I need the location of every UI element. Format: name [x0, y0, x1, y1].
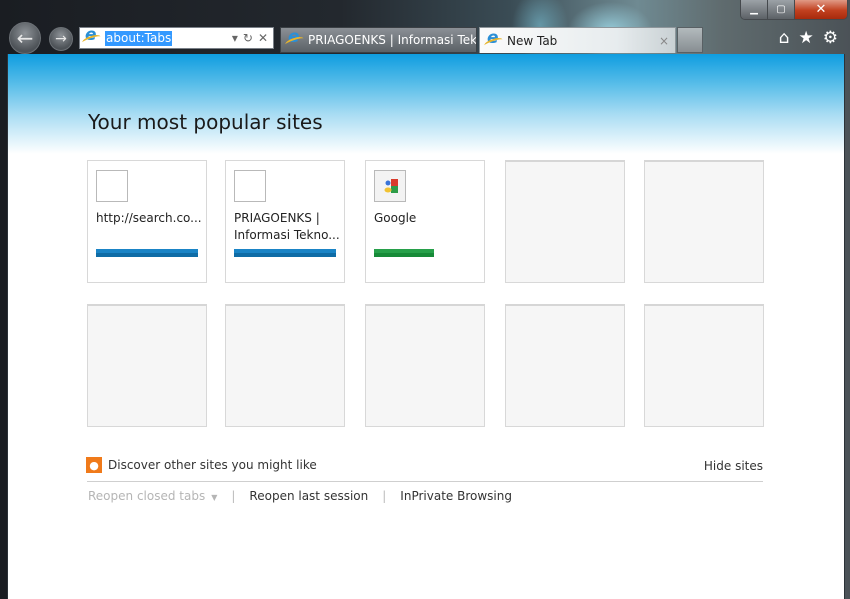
- chevron-down-icon: ▼: [211, 493, 218, 502]
- new-tab-button[interactable]: [677, 27, 703, 53]
- tools-gear-icon[interactable]: ⚙: [823, 28, 838, 48]
- empty-tile[interactable]: [365, 304, 485, 427]
- window-controls: ▁ ▢ ✕: [740, 0, 848, 20]
- stop-icon[interactable]: ✕: [258, 31, 268, 45]
- divider: [87, 481, 763, 482]
- browser-toolbar: ← → about:Tabs ▾ ↻ ✕ PRIAGOENKS | Inform…: [0, 0, 850, 55]
- discover-sites-link[interactable]: ● Discover other sites you might like: [86, 457, 317, 473]
- refresh-icon[interactable]: ↻: [243, 31, 253, 45]
- address-input[interactable]: about:Tabs: [105, 30, 173, 46]
- reopen-closed-label: Reopen closed tabs: [88, 489, 206, 503]
- activity-bar: [234, 249, 336, 257]
- activity-bar: [374, 249, 434, 257]
- empty-tile[interactable]: [87, 304, 207, 427]
- back-button[interactable]: ←: [9, 22, 41, 54]
- bottom-links: Reopen closed tabs ▼ | Reopen last sessio…: [88, 489, 512, 503]
- blank-favicon-icon: [96, 170, 128, 202]
- favorites-star-icon[interactable]: ★: [799, 28, 814, 48]
- site-tile[interactable]: PRIAGOENKS | Informasi Tekno...: [225, 160, 345, 283]
- reopen-closed-tabs-link[interactable]: Reopen closed tabs ▼: [88, 489, 217, 503]
- tile-title: http://search.co...: [96, 211, 202, 225]
- reopen-last-session-link[interactable]: Reopen last session: [249, 489, 368, 503]
- close-tab-icon[interactable]: ×: [659, 34, 669, 48]
- back-arrow-icon: ←: [16, 26, 34, 50]
- activity-bar: [96, 249, 198, 257]
- discover-label: Discover other sites you might like: [108, 458, 317, 472]
- empty-tile[interactable]: [505, 160, 625, 283]
- ie-page-icon: [486, 28, 502, 49]
- empty-tile[interactable]: [505, 304, 625, 427]
- lightbulb-icon: ●: [86, 457, 102, 473]
- command-icons: ⌂ ★ ⚙: [779, 28, 838, 48]
- minimize-button[interactable]: ▁: [741, 0, 768, 19]
- site-tile[interactable]: http://search.co...: [87, 160, 207, 283]
- close-window-button[interactable]: ✕: [795, 0, 847, 19]
- tile-title: Google: [374, 211, 417, 225]
- address-dropdown-icon[interactable]: ▾: [232, 31, 238, 45]
- forward-arrow-icon: →: [55, 31, 67, 47]
- hide-sites-link[interactable]: Hide sites: [704, 459, 763, 473]
- page-title: Your most popular sites: [88, 110, 323, 134]
- ie-page-icon: [84, 25, 100, 46]
- tab-new-tab[interactable]: New Tab ×: [479, 27, 676, 53]
- ie-page-icon: [287, 27, 303, 48]
- empty-tile[interactable]: [644, 160, 764, 283]
- separator: |: [382, 489, 387, 503]
- google-favicon-icon: [374, 170, 406, 202]
- inprivate-browsing-link[interactable]: InPrivate Browsing: [400, 489, 512, 503]
- empty-tile[interactable]: [225, 304, 345, 427]
- new-tab-page: Your most popular sites http://search.co…: [7, 54, 845, 599]
- tile-title: PRIAGOENKS | Informasi Tekno...: [234, 211, 340, 242]
- empty-tile[interactable]: [644, 304, 764, 427]
- forward-button[interactable]: →: [49, 27, 73, 51]
- separator: |: [231, 489, 236, 503]
- blank-favicon-icon: [234, 170, 266, 202]
- tab-label: PRIAGOENKS | Informasi Tekn...: [308, 33, 476, 47]
- site-tile[interactable]: Google: [365, 160, 485, 283]
- address-bar[interactable]: about:Tabs ▾ ↻ ✕: [79, 25, 274, 49]
- home-icon[interactable]: ⌂: [779, 28, 790, 48]
- maximize-button[interactable]: ▢: [768, 0, 795, 19]
- tab-priagoenks[interactable]: PRIAGOENKS | Informasi Tekn...: [280, 27, 477, 53]
- tab-label: New Tab: [507, 33, 558, 48]
